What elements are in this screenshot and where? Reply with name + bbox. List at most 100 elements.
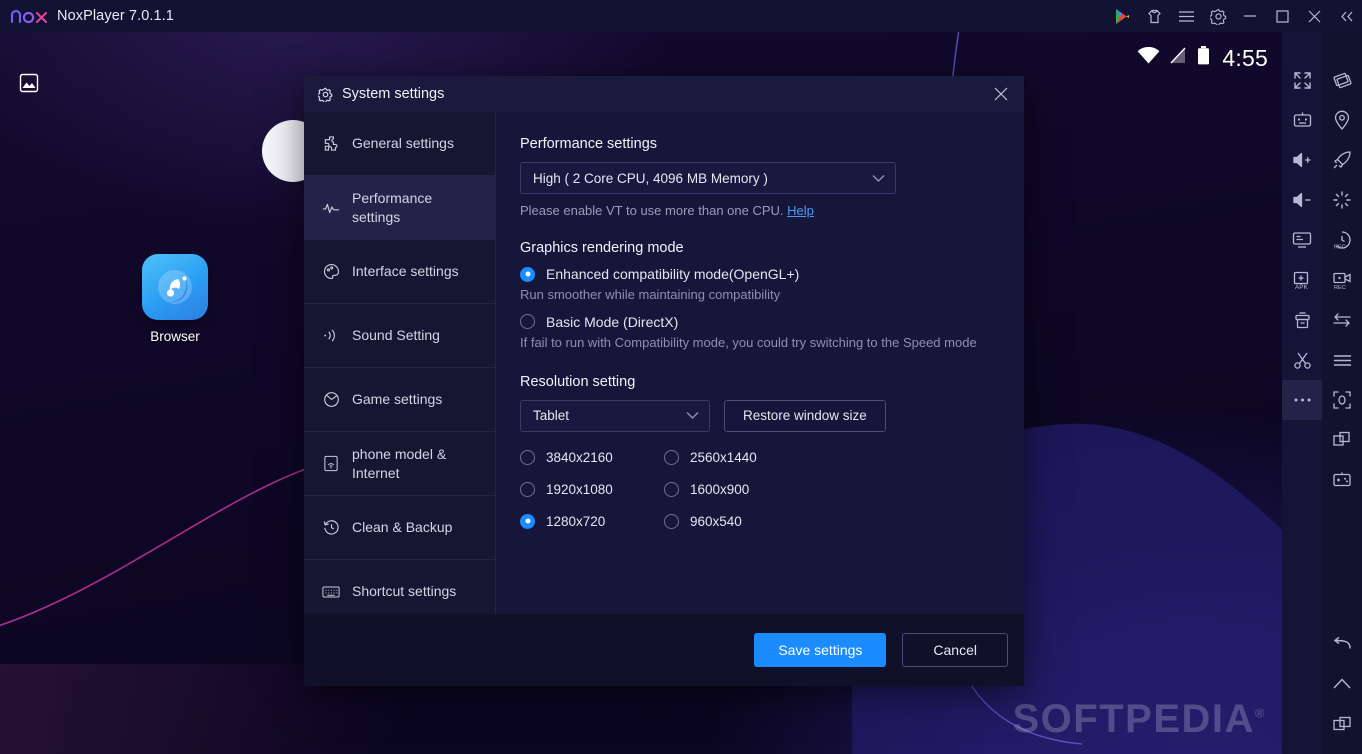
softpedia-watermark: SOFTPEDIA®	[1012, 697, 1266, 741]
multi-instance-icon[interactable]	[1322, 420, 1362, 460]
radio-3840x2160[interactable]	[520, 449, 535, 465]
more-options-icon[interactable]	[1282, 380, 1322, 420]
resolution-mode-select[interactable]: Tablet	[520, 399, 710, 432]
app-icon-browser[interactable]: Browser	[140, 254, 210, 344]
performance-level-select[interactable]: High ( 2 Core CPU, 4096 MB Memory )	[520, 162, 896, 194]
keyboard-icon	[322, 585, 340, 599]
close-icon[interactable]	[988, 81, 1014, 107]
inner-toolbar: APK	[1282, 32, 1322, 754]
android-recents-icon[interactable]	[1322, 704, 1362, 744]
radio-960x540[interactable]	[664, 513, 679, 529]
dialog-header: System settings	[304, 76, 1024, 112]
gear-icon[interactable]	[1202, 0, 1234, 32]
dialog-body: General settings Performance settings In…	[304, 112, 1024, 624]
resolution-option-label: 3840x2160	[546, 449, 613, 465]
screenshot-icon[interactable]	[1282, 220, 1322, 260]
sidebar-item-general-settings[interactable]: General settings	[304, 112, 495, 176]
chevron-down-icon	[686, 411, 699, 420]
install-apk-icon[interactable]: APK	[1282, 260, 1322, 300]
sidebar-item-label: General settings	[352, 135, 454, 152]
resolution-controls: Tablet Restore window size	[520, 399, 996, 432]
shake-icon[interactable]	[1322, 60, 1362, 100]
restore-window-size-button[interactable]: Restore window size	[724, 399, 886, 432]
sidebar-item-sound-setting[interactable]: Sound Setting	[304, 304, 495, 368]
play-store-icon[interactable]	[1106, 0, 1138, 32]
graphics-option-directx[interactable]: Basic Mode (DirectX)	[520, 314, 996, 330]
vt-help-link[interactable]: Help	[787, 203, 814, 218]
vt-hint-text: Please enable VT to use more than one CP…	[520, 203, 784, 218]
minimize-icon[interactable]	[1234, 0, 1266, 32]
sync-operation-icon[interactable]	[1322, 300, 1362, 340]
resolution-option-1920x1080[interactable]: 1920x1080	[520, 481, 664, 497]
svg-text:REC: REC	[1334, 245, 1346, 250]
pulse-icon	[322, 201, 340, 215]
sidebar-item-phone-model-internet[interactable]: phone model & Internet	[304, 432, 495, 496]
resolution-option-960x540[interactable]: 960x540	[664, 513, 996, 529]
radio-1920x1080[interactable]	[520, 481, 535, 497]
battery-icon	[1197, 46, 1210, 70]
resolution-option-label: 1600x900	[690, 481, 750, 497]
graphics-option-directx-note: If fail to run with Compatibility mode, …	[520, 334, 977, 350]
radio-directx[interactable]	[520, 314, 535, 330]
sidebar-item-clean-backup[interactable]: Clean & Backup	[304, 496, 495, 560]
close-icon[interactable]	[1298, 0, 1330, 32]
status-clock: 4:55	[1222, 44, 1268, 71]
screen-record-icon[interactable]: REC	[1322, 220, 1362, 260]
resolution-option-1280x720[interactable]: 1280x720	[520, 513, 664, 529]
app-icon-label: Browser	[150, 329, 200, 344]
graphics-option-label: Enhanced compatibility mode(OpenGL+)	[546, 266, 800, 282]
signal-off-icon	[1170, 47, 1187, 69]
collapse-icon[interactable]	[1330, 0, 1362, 32]
rocket-boost-icon[interactable]	[1322, 140, 1362, 180]
maximize-icon[interactable]	[1266, 0, 1298, 32]
android-home-icon[interactable]	[1322, 664, 1362, 704]
title-bar: NoxPlayer 7.0.1.1	[0, 0, 1362, 32]
wifi-icon	[1137, 46, 1160, 69]
dialog-sidebar: General settings Performance settings In…	[304, 112, 496, 624]
image-icon[interactable]	[18, 72, 40, 94]
sidebar-item-game-settings[interactable]: Game settings	[304, 368, 495, 432]
android-back-icon[interactable]	[1322, 624, 1362, 664]
scissors-icon[interactable]	[1282, 340, 1322, 380]
sidebar-item-interface-settings[interactable]: Interface settings	[304, 240, 495, 304]
sidebar-item-performance-settings[interactable]: Performance settings	[304, 176, 495, 240]
resolution-option-2560x1440[interactable]: 2560x1440	[664, 449, 996, 465]
radio-2560x1440[interactable]	[664, 449, 679, 465]
radio-1280x720[interactable]	[520, 513, 535, 529]
radio-1600x900[interactable]	[664, 481, 679, 497]
menu-icon[interactable]	[1170, 0, 1202, 32]
noxplayer-window: NoxPlayer 7.0.1.1 4:55 Browser SOFTPEDIA…	[0, 0, 1362, 754]
menu-list-icon[interactable]	[1322, 340, 1362, 380]
outer-toolbar: REC REC	[1322, 32, 1362, 754]
radio-opengl[interactable]	[520, 266, 535, 282]
sidebar-item-label: Clean & Backup	[352, 519, 453, 536]
spacer-graphics	[520, 218, 996, 240]
shared-folder-icon[interactable]	[1282, 300, 1322, 340]
dialog-main-panel: Performance settings High ( 2 Core CPU, …	[496, 112, 1024, 614]
cancel-button[interactable]: Cancel	[902, 633, 1008, 667]
resolution-option-label: 960x540	[690, 513, 742, 529]
nox-logo	[10, 0, 48, 32]
sidebar-item-label: phone model & Internet	[352, 445, 447, 481]
video-record-icon[interactable]: REC	[1322, 260, 1362, 300]
sidebar-item-label: Interface settings	[352, 263, 459, 280]
gamepad-icon[interactable]	[1322, 460, 1362, 500]
one-click-icon[interactable]	[1322, 180, 1362, 220]
resolution-option-1600x900[interactable]: 1600x900	[664, 481, 996, 497]
scan-qr-icon[interactable]	[1322, 380, 1362, 420]
save-settings-button[interactable]: Save settings	[754, 633, 887, 667]
vt-hint: Please enable VT to use more than one CP…	[520, 203, 996, 218]
graphics-section-title: Graphics rendering mode	[520, 240, 684, 256]
resolution-option-3840x2160[interactable]: 3840x2160	[520, 449, 664, 465]
game-pie-icon	[322, 391, 340, 408]
keyboard-macro-icon[interactable]	[1282, 100, 1322, 140]
volume-up-icon[interactable]	[1282, 140, 1322, 180]
resolution-section-title: Resolution setting	[520, 373, 636, 390]
fullscreen-icon[interactable]	[1282, 60, 1322, 100]
volume-down-icon[interactable]	[1282, 180, 1322, 220]
svg-text:REC: REC	[1334, 285, 1346, 290]
tshirt-icon[interactable]	[1138, 0, 1170, 32]
graphics-option-opengl[interactable]: Enhanced compatibility mode(OpenGL+)	[520, 266, 996, 282]
location-pin-icon[interactable]	[1322, 100, 1362, 140]
graphics-option-label: Basic Mode (DirectX)	[546, 313, 679, 330]
